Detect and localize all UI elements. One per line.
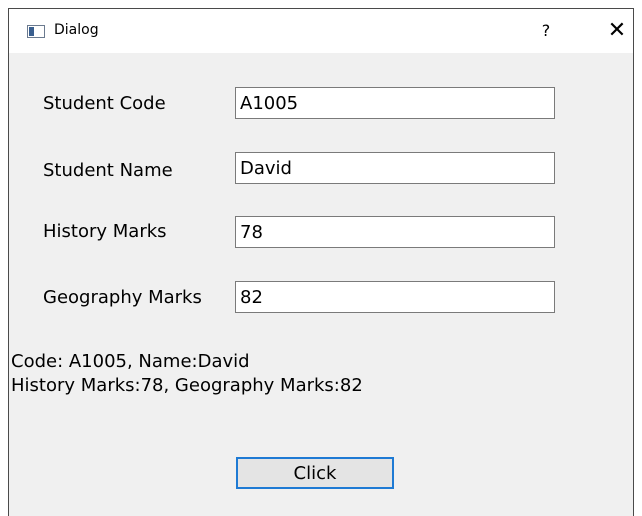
student-name-input[interactable] [235,152,555,184]
student-name-label: Student Name [43,160,173,181]
title-bar[interactable]: Dialog ? ✕ [9,9,633,53]
history-marks-label: History Marks [43,221,167,242]
close-button[interactable]: ✕ [606,20,628,42]
geography-marks-label: Geography Marks [43,287,202,308]
output-line-marks: History Marks:78, Geography Marks:82 [11,375,363,396]
window-app-icon [27,25,45,38]
student-code-input[interactable] [235,87,555,119]
dialog-window: Dialog ? ✕ Student Code Student Name His… [8,8,634,516]
student-code-label: Student Code [43,93,166,114]
output-line-code-name: Code: A1005, Name:David [11,351,250,372]
window-title: Dialog [54,22,99,38]
geography-marks-input[interactable] [235,281,555,313]
history-marks-input[interactable] [235,216,555,248]
help-button[interactable]: ? [536,20,556,42]
click-button[interactable]: Click [236,457,394,489]
